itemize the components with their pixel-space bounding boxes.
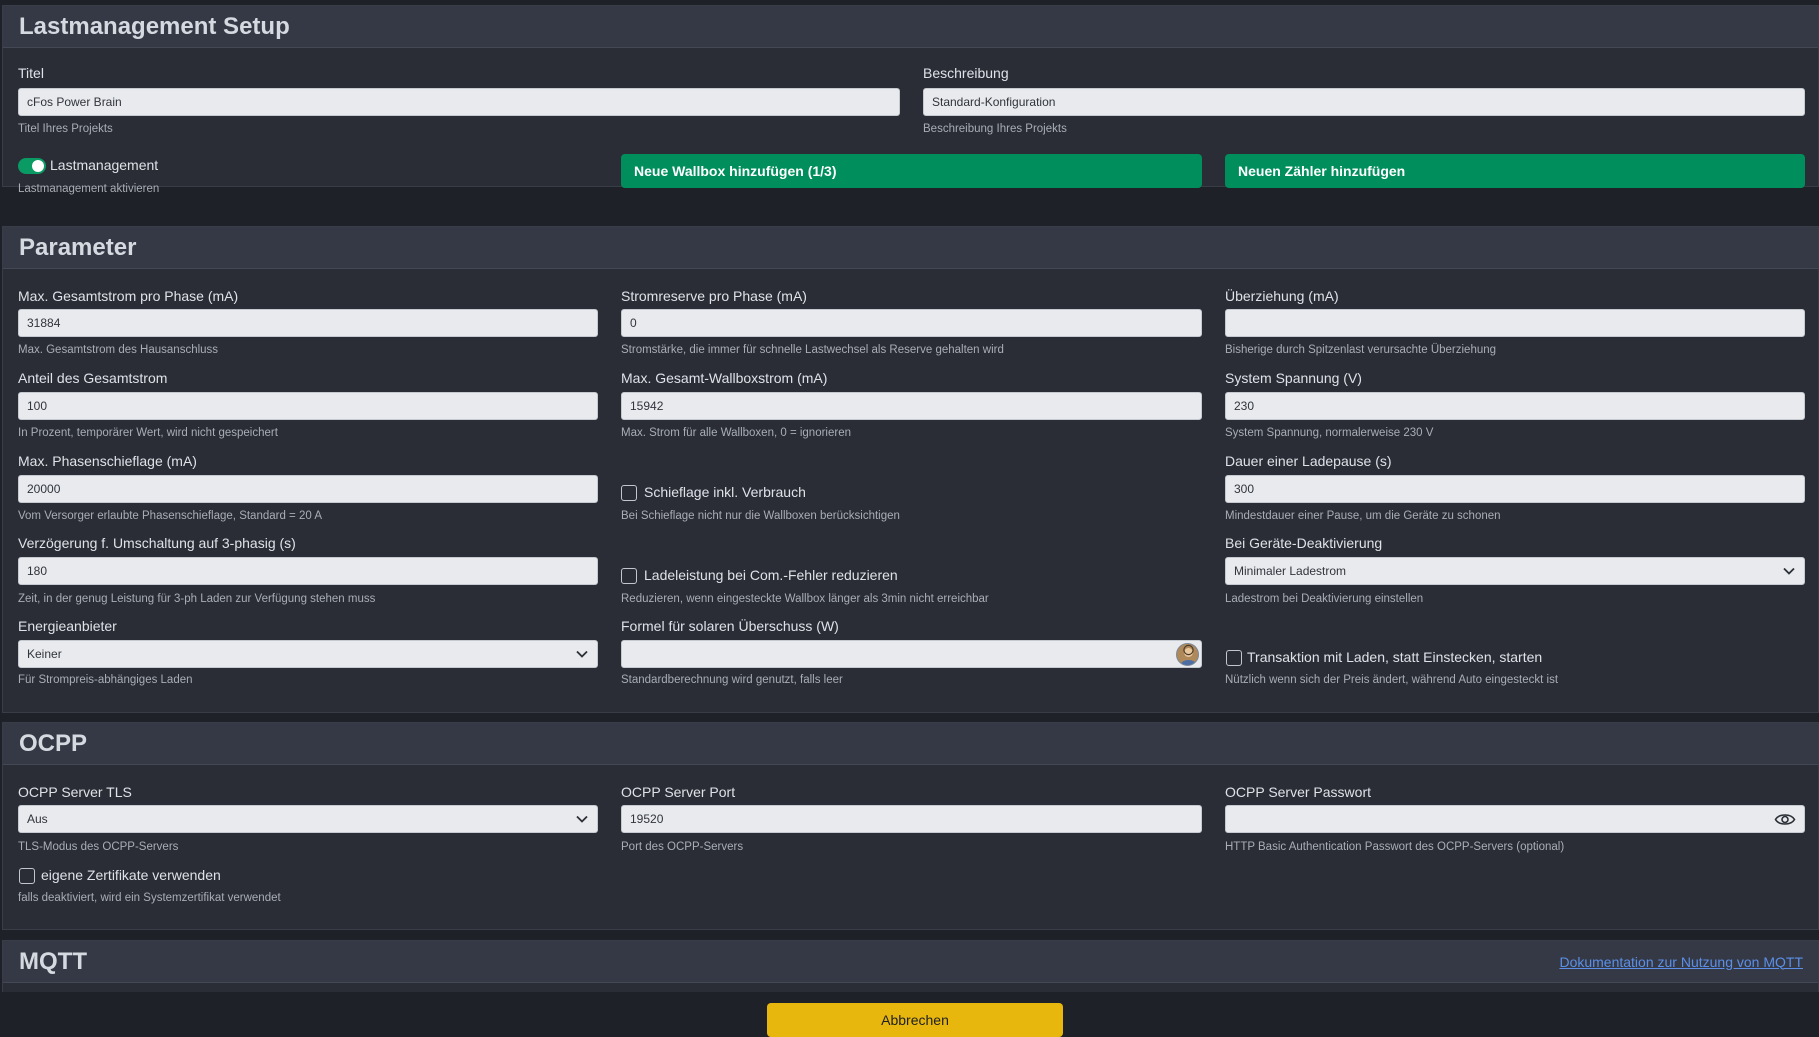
schieflage-label: Max. Phasenschieflage (mA) <box>18 453 197 469</box>
ocpp-tls-select[interactable]: Aus <box>18 805 598 833</box>
parameter-title: Parameter <box>19 233 137 261</box>
zertifikate-checkbox[interactable] <box>19 868 35 884</box>
titel-label: Titel <box>18 65 44 81</box>
ueberziehung-hint: Bisherige durch Spitzenlast verursachte … <box>1225 344 1497 356</box>
formula-avatar-icon[interactable] <box>1176 643 1199 666</box>
chevron-down-icon <box>575 647 589 661</box>
mqtt-doc-link[interactable]: Dokumentation zur Nutzung von MQTT <box>1559 954 1803 970</box>
ladeleistung-label: Ladeleistung bei Com.-Fehler reduzieren <box>644 567 898 583</box>
deaktivierung-select[interactable]: Minimaler Ladestrom <box>1225 557 1805 585</box>
deaktivierung-hint: Ladestrom bei Deaktivierung einstellen <box>1225 593 1424 605</box>
spannung-hint: System Spannung, normalerweise 230 V <box>1225 427 1434 439</box>
ocpp-tls-hint: TLS-Modus des OCPP-Servers <box>18 841 179 853</box>
lastmanagement-toggle-label: Lastmanagement <box>50 157 159 173</box>
stromreserve-input[interactable]: 0 <box>621 309 1202 337</box>
schieflage-verbrauch-label: Schieflage inkl. Verbrauch <box>644 484 806 500</box>
energieanbieter-label: Energieanbieter <box>18 618 117 634</box>
anteil-input[interactable]: 100 <box>18 392 598 420</box>
transaktion-checkbox[interactable] <box>1226 650 1242 666</box>
zertifikate-label: eigene Zertifikate verwenden <box>41 867 221 883</box>
formel-label: Formel für solaren Überschuss (W) <box>621 618 839 634</box>
anteil-hint: In Prozent, temporärer Wert, wird nicht … <box>18 427 278 439</box>
deaktivierung-value: Minimaler Ladestrom <box>1234 564 1347 578</box>
chevron-down-icon <box>1782 564 1796 578</box>
lastmanagement-toggle[interactable] <box>18 158 46 174</box>
lastmanagement-toggle-hint: Lastmanagement aktivieren <box>18 183 160 195</box>
ladepause-hint: Mindestdauer einer Pause, um die Geräte … <box>1225 510 1501 522</box>
schieflage-hint: Vom Versorger erlaubte Phasenschieflage,… <box>18 510 322 522</box>
max-gesamtstrom-input[interactable]: 31884 <box>18 309 598 337</box>
mqtt-header: MQTT Dokumentation zur Nutzung von MQTT <box>3 941 1818 983</box>
schieflage-verbrauch-checkbox[interactable] <box>621 485 637 501</box>
ocpp-passwort-hint: HTTP Basic Authentication Passwort des O… <box>1225 841 1565 853</box>
eye-icon[interactable] <box>1774 812 1796 827</box>
chevron-down-icon <box>575 812 589 826</box>
max-gesamtstrom-hint: Max. Gesamtstrom des Hausanschluss <box>18 344 219 356</box>
ocpp-port-hint: Port des OCPP-Servers <box>621 841 744 853</box>
titel-input[interactable]: cFos Power Brain <box>18 88 900 116</box>
verzoegerung-label: Verzögerung f. Umschaltung auf 3-phasig … <box>18 535 296 551</box>
max-wallboxstrom-hint: Max. Strom für alle Wallboxen, 0 = ignor… <box>621 427 851 439</box>
spannung-label: System Spannung (V) <box>1225 370 1362 386</box>
lastmanagement-header: Lastmanagement Setup <box>3 6 1818 48</box>
formel-input[interactable] <box>621 640 1202 668</box>
ladepause-label: Dauer einer Ladepause (s) <box>1225 453 1392 469</box>
ocpp-tls-value: Aus <box>27 812 48 826</box>
energieanbieter-value: Keiner <box>27 647 62 661</box>
ladeleistung-hint: Reduzieren, wenn eingesteckte Wallbox lä… <box>621 593 989 605</box>
ladeleistung-checkbox[interactable] <box>621 568 637 584</box>
mqtt-card: MQTT Dokumentation zur Nutzung von MQTT <box>2 940 1819 1000</box>
lastmanagement-title: Lastmanagement Setup <box>19 12 290 40</box>
ueberziehung-label: Überziehung (mA) <box>1225 288 1339 304</box>
mqtt-title: MQTT <box>19 947 87 975</box>
beschreibung-hint: Beschreibung Ihres Projekts <box>923 123 1067 135</box>
energieanbieter-hint: Für Strompreis-abhängiges Laden <box>18 674 193 686</box>
max-wallboxstrom-label: Max. Gesamt-Wallboxstrom (mA) <box>621 370 828 386</box>
verzoegerung-input[interactable]: 180 <box>18 557 598 585</box>
formel-hint: Standardberechnung wird genutzt, falls l… <box>621 674 843 686</box>
schieflage-input[interactable]: 20000 <box>18 475 598 503</box>
ocpp-port-label: OCPP Server Port <box>621 784 736 800</box>
ocpp-title: OCPP <box>19 729 88 757</box>
transaktion-label: Transaktion mit Laden, statt Einstecken,… <box>1247 649 1543 665</box>
cancel-button[interactable]: Abbrechen <box>767 1003 1063 1037</box>
ocpp-passwort-label: OCPP Server Passwort <box>1225 784 1372 800</box>
ocpp-header: OCPP <box>3 723 1818 765</box>
stromreserve-label: Stromreserve pro Phase (mA) <box>621 288 807 304</box>
verzoegerung-hint: Zeit, in der genug Leistung für 3-ph Lad… <box>18 593 376 605</box>
ocpp-tls-label: OCPP Server TLS <box>18 784 132 800</box>
beschreibung-input[interactable]: Standard-Konfiguration <box>923 88 1805 116</box>
deaktivierung-label: Bei Geräte-Deaktivierung <box>1225 535 1383 551</box>
transaktion-hint: Nützlich wenn sich der Preis ändert, wäh… <box>1225 674 1559 686</box>
parameter-header: Parameter <box>3 227 1818 269</box>
titel-hint: Titel Ihres Projekts <box>18 123 113 135</box>
stromreserve-hint: Stromstärke, die immer für schnelle Last… <box>621 344 1004 356</box>
anteil-label: Anteil des Gesamtstrom <box>18 370 168 386</box>
ladepause-input[interactable]: 300 <box>1225 475 1805 503</box>
add-meter-button[interactable]: Neuen Zähler hinzufügen <box>1225 154 1805 188</box>
add-wallbox-button[interactable]: Neue Wallbox hinzufügen (1/3) <box>621 154 1202 188</box>
ueberziehung-input[interactable] <box>1225 309 1805 337</box>
zertifikate-hint: falls deaktiviert, wird ein Systemzertif… <box>18 892 281 904</box>
ocpp-port-input[interactable]: 19520 <box>621 805 1202 833</box>
max-wallboxstrom-input[interactable]: 15942 <box>621 392 1202 420</box>
energieanbieter-select[interactable]: Keiner <box>18 640 598 668</box>
spannung-input[interactable]: 230 <box>1225 392 1805 420</box>
max-gesamtstrom-label: Max. Gesamtstrom pro Phase (mA) <box>18 288 239 304</box>
ocpp-passwort-input[interactable] <box>1225 805 1805 833</box>
schieflage-verbrauch-hint: Bei Schieflage nicht nur die Wallboxen b… <box>621 510 900 522</box>
beschreibung-label: Beschreibung <box>923 65 1009 81</box>
